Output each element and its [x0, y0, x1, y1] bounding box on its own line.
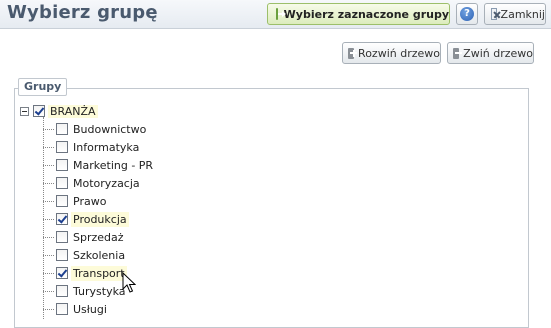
select-checked-groups-label: Wybierz zaznaczone grupy	[283, 7, 449, 21]
tree-item-checkbox[interactable]	[56, 159, 68, 171]
tree-item-checkbox[interactable]	[56, 303, 68, 315]
arrow-right-icon	[276, 8, 285, 20]
tree-item-label[interactable]: Produkcja	[71, 211, 129, 227]
root-label[interactable]: BRANŻA	[48, 104, 98, 118]
tree-item-label[interactable]: Sprzedaż	[71, 230, 126, 245]
expand-tree-button[interactable]: Rozwiń drzewo	[342, 42, 441, 64]
header-bar: Wybierz grupę Wybierz zaznaczone grupy ?…	[0, 0, 551, 29]
tree-item: Produkcja	[43, 210, 155, 228]
tree-item-label[interactable]: Usługi	[71, 302, 109, 317]
tree-item: Marketing - PR	[43, 156, 155, 174]
plus-icon	[348, 47, 358, 59]
tree-item-checkbox[interactable]	[56, 285, 68, 297]
tree-connector	[43, 183, 54, 184]
tree-connector	[43, 237, 54, 238]
tree-item-checkbox[interactable]	[56, 141, 68, 153]
tree-item: Turystyka	[43, 282, 155, 300]
tree-children: Budownictwo Informatyka Marketing - PR Moto…	[43, 120, 155, 318]
tree-connector	[43, 291, 54, 292]
tree-item-label[interactable]: Transport	[71, 265, 127, 281]
tree-item-label[interactable]: Motoryzacja	[71, 176, 142, 191]
mouse-cursor-icon	[122, 272, 136, 293]
tree-item-checkbox[interactable]	[56, 267, 68, 279]
tree-root-node: BRANŻA	[20, 103, 98, 119]
select-checked-groups-button[interactable]: Wybierz zaznaczone grupy	[267, 3, 450, 25]
tree-item: Budownictwo	[43, 120, 155, 138]
tree-item-checkbox[interactable]	[56, 213, 68, 225]
tree-item-checkbox[interactable]	[56, 249, 68, 261]
expand-tree-label: Rozwiń drzewo	[358, 46, 440, 60]
tree-item: Szkolenia	[43, 246, 155, 264]
tree-item-label[interactable]: Marketing - PR	[71, 158, 155, 173]
close-button[interactable]: Zamknij	[484, 3, 546, 25]
tree-item-checkbox[interactable]	[56, 231, 68, 243]
tree-item-label[interactable]: Budownictwo	[71, 122, 148, 137]
tree-connector	[43, 165, 54, 166]
tree-item: Usługi	[43, 300, 155, 318]
tree-item-label[interactable]: Turystyka	[71, 284, 128, 299]
tree-connector	[43, 273, 54, 274]
groups-legend: Grupy	[18, 78, 68, 96]
tree-item: Motoryzacja	[43, 174, 155, 192]
page-title: Wybierz grupę	[7, 2, 158, 23]
tree-item: Transport	[43, 264, 155, 282]
help-button[interactable]: ?	[456, 3, 478, 25]
help-icon: ?	[460, 7, 474, 21]
tree-item: Sprzedaż	[43, 228, 155, 246]
tree-item-label[interactable]: Informatyka	[71, 140, 141, 155]
collapse-toggle-icon[interactable]	[20, 106, 29, 116]
tree-connector	[43, 147, 54, 148]
tree-item-label[interactable]: Szkolenia	[71, 248, 127, 263]
tree-connector	[43, 255, 54, 256]
tree-connector	[43, 129, 54, 130]
collapse-tree-button[interactable]: Zwiń drzewo	[447, 42, 534, 64]
close-label: Zamknij	[500, 7, 545, 21]
minus-icon	[453, 47, 463, 59]
tree-connector	[43, 219, 54, 220]
tree-item-checkbox[interactable]	[56, 177, 68, 189]
tree-item: Informatyka	[43, 138, 155, 156]
root-checkbox[interactable]	[33, 105, 45, 117]
tree-item-checkbox[interactable]	[56, 195, 68, 207]
tree-item: Prawo	[43, 192, 155, 210]
collapse-tree-label: Zwiń drzewo	[463, 46, 533, 60]
tree-connector	[43, 309, 54, 310]
close-icon	[491, 8, 497, 20]
tree-item-label[interactable]: Prawo	[71, 194, 108, 209]
tree-item-checkbox[interactable]	[56, 123, 68, 135]
tree-connector	[43, 201, 54, 202]
